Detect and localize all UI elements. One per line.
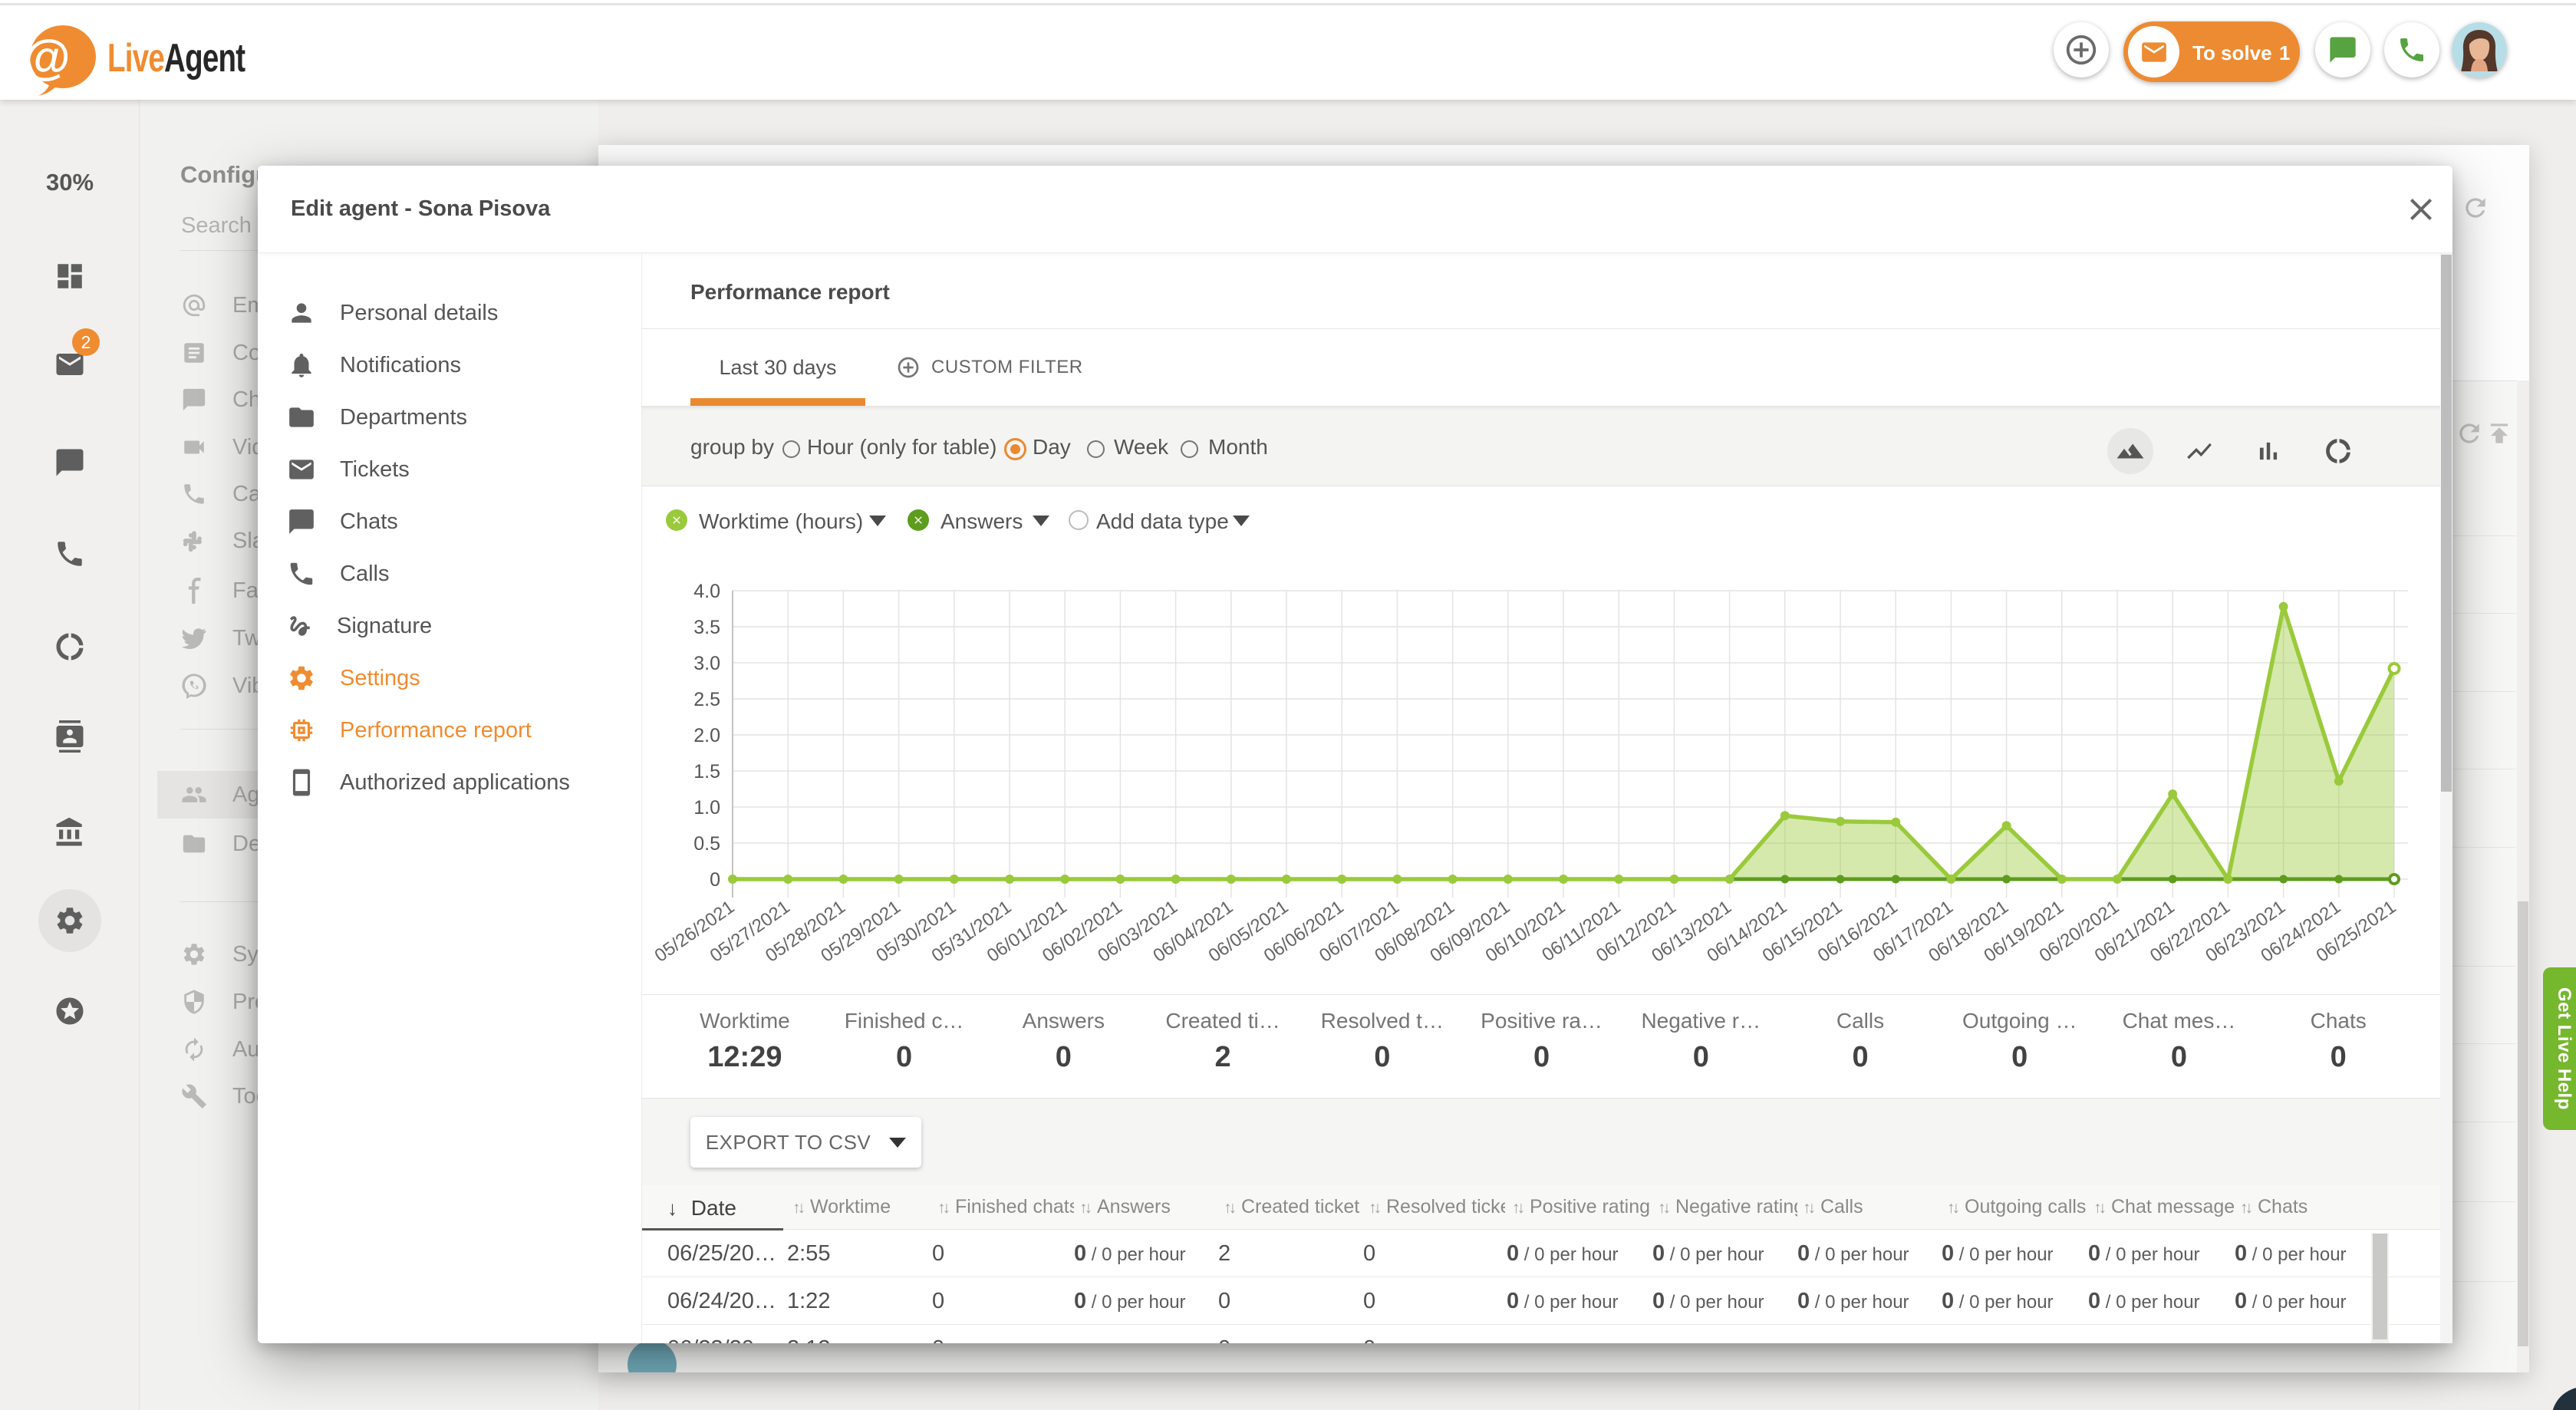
svg-text:0.5: 0.5 [693,833,720,855]
svg-text:0: 0 [710,869,720,891]
svg-text:2.5: 2.5 [693,689,720,710]
svg-text:1.5: 1.5 [693,761,720,782]
svg-text:3.5: 3.5 [693,617,720,638]
svg-text:4.0: 4.0 [693,581,720,602]
svg-text:2.0: 2.0 [693,725,720,746]
svg-text:1.0: 1.0 [693,797,720,819]
svg-text:@: @ [28,31,71,84]
svg-text:3.0: 3.0 [693,653,720,674]
